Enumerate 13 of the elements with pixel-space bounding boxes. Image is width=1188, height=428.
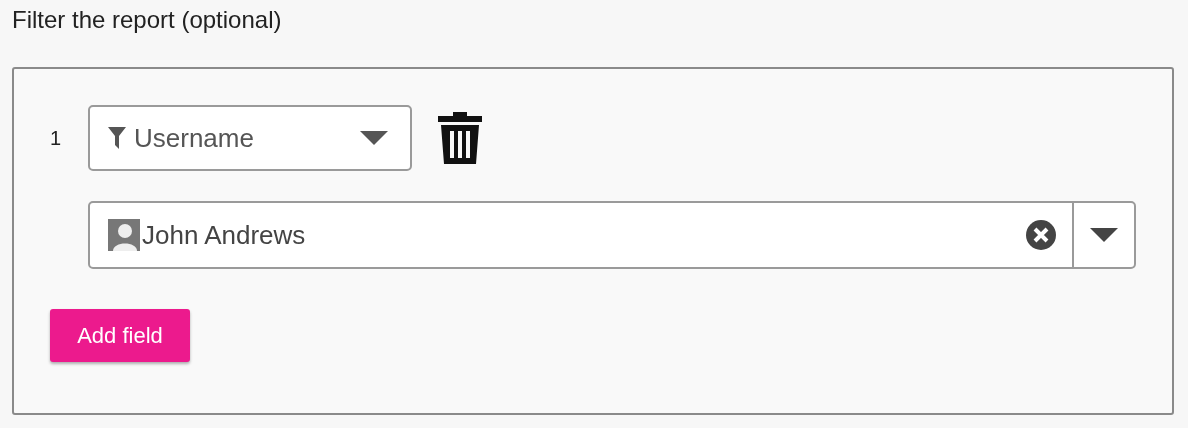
filter-number: 1 xyxy=(50,126,63,151)
clear-icon[interactable] xyxy=(1026,220,1056,250)
field-value: Username xyxy=(134,121,255,155)
user-select[interactable]: John Andrews xyxy=(88,201,1136,269)
filter-icon xyxy=(108,127,126,149)
section-title: Filter the report (optional) xyxy=(12,5,282,35)
avatar-icon xyxy=(108,219,140,251)
user-value: John Andrews xyxy=(142,218,307,252)
caret-icon[interactable] xyxy=(1090,228,1118,242)
field-select[interactable]: Username xyxy=(88,105,412,171)
caret-icon xyxy=(360,131,388,145)
add-field-button[interactable]: Add field xyxy=(50,309,190,362)
trash-icon[interactable] xyxy=(438,112,482,164)
